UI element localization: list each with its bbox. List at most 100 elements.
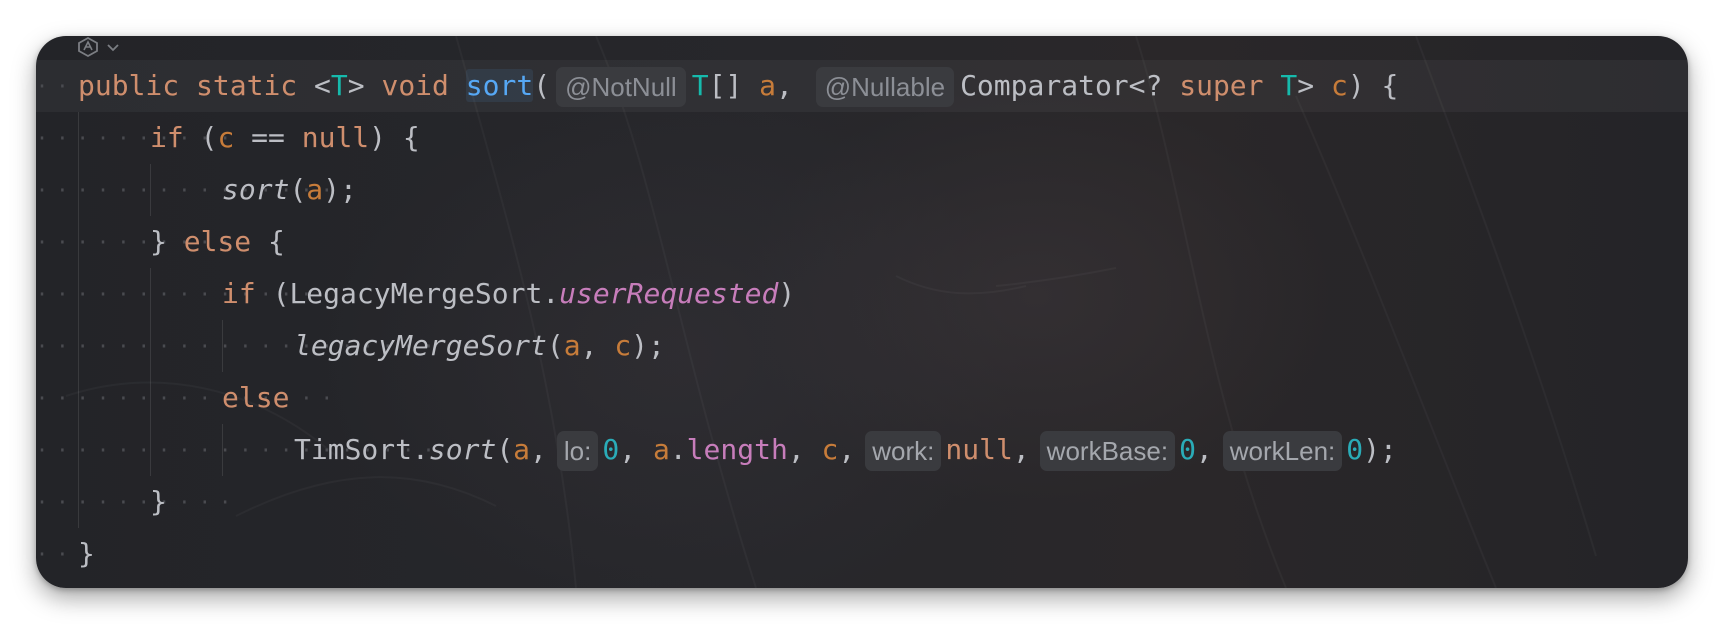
punctuation: . (669, 433, 687, 466)
whitespace-dots: ··············· (36, 386, 342, 410)
parameter: a (306, 173, 324, 206)
punctuation: ) { (369, 121, 420, 154)
punctuation: } (150, 485, 167, 518)
whitespace-dots: ·········· (36, 490, 240, 514)
punctuation: , (838, 433, 856, 466)
line-content: sort(a); (222, 164, 357, 216)
punctuation: ( (272, 277, 290, 310)
code-line-9[interactable]: ·········· } (36, 476, 1688, 528)
keyword: if (222, 277, 256, 310)
parameter: a (652, 433, 670, 466)
punctuation: ( (546, 329, 564, 362)
type-parameter: T (1280, 69, 1298, 102)
whitespace-dots: ·· (36, 542, 77, 566)
code-line-5[interactable]: ··············· if (LegacyMergeSort.user… (36, 268, 1688, 320)
annotation-hint[interactable]: @Nullable (815, 67, 955, 107)
code-line-6[interactable]: ······················ legacyMergeSort(a… (36, 320, 1688, 372)
whitespace-dots: ·· (36, 74, 77, 98)
code-area[interactable]: ·· public static <T> void sort(@NotNull T… (36, 60, 1688, 580)
punctuation: ); (631, 329, 665, 362)
punctuation: > (347, 69, 365, 102)
parameter-hint[interactable]: work: (865, 431, 942, 471)
chevron-down-icon[interactable] (106, 40, 120, 54)
line-content: TimSort.sort(a, lo: 0, a.length, c, work: nu… (294, 424, 1397, 476)
punctuation: , (580, 329, 598, 362)
number-literal: 0 (602, 433, 620, 466)
punctuation: > (1297, 69, 1315, 102)
punctuation: ( (289, 173, 307, 206)
punctuation: } (78, 537, 95, 570)
type-parameter: T (691, 69, 709, 102)
number-literal: 0 (1179, 433, 1196, 466)
method-call[interactable]: sort (222, 173, 289, 206)
punctuation: . (412, 433, 429, 466)
code-line-7[interactable]: ··············· else (36, 372, 1688, 424)
code-line-1[interactable]: ·· public static <T> void sort(@NotNull T… (36, 60, 1688, 112)
punctuation: ); (1363, 433, 1397, 466)
keyword: null (945, 433, 1013, 466)
code-line-10[interactable]: ·· } (36, 528, 1688, 580)
keyword: null (301, 121, 370, 154)
punctuation: , (787, 433, 805, 466)
class-name[interactable]: LegacyMergeSort (289, 277, 542, 310)
keyword: super (1179, 69, 1264, 102)
line-content: if (LegacyMergeSort.userRequested) (222, 268, 795, 320)
keyword: public (78, 69, 180, 102)
keyword: static (196, 69, 298, 102)
line-content: else (222, 372, 289, 424)
line-content: } else { (150, 216, 285, 268)
type-name: Comparator<? (960, 69, 1163, 102)
parameter: a (759, 69, 777, 102)
punctuation: ) (778, 277, 796, 310)
static-field[interactable]: userRequested (559, 277, 778, 310)
parameter: c (614, 329, 632, 362)
code-line-8[interactable]: ······················ TimSort.sort(a, lo… (36, 424, 1688, 476)
ai-assistant-icon[interactable] (76, 36, 100, 58)
punctuation: ( (496, 433, 514, 466)
punctuation: , (1012, 433, 1030, 466)
method-call[interactable]: sort (429, 433, 496, 466)
parameter: c (217, 121, 235, 154)
punctuation: } (150, 225, 167, 258)
number-literal: 0 (1346, 433, 1364, 466)
parameter: c (821, 433, 839, 466)
punctuation: , (619, 433, 637, 466)
type-parameter: T (330, 69, 348, 102)
parameter-hint[interactable]: workLen: (1222, 431, 1343, 471)
method-call[interactable]: legacyMergeSort (294, 329, 547, 362)
operator: == (251, 121, 285, 154)
code-line-3[interactable]: ··············· sort(a); (36, 164, 1688, 216)
punctuation: , (776, 69, 793, 102)
line-content: legacyMergeSort(a, c); (294, 320, 665, 372)
punctuation: , (530, 433, 547, 466)
keyword: else (222, 381, 290, 414)
line-content: if (c == null) { (150, 112, 420, 164)
method-name[interactable]: sort (465, 69, 534, 102)
code-line-4[interactable]: ·········· } else { (36, 216, 1688, 268)
punctuation: , (1195, 433, 1213, 466)
punctuation: [] (708, 69, 743, 102)
punctuation: . (542, 277, 560, 310)
punctuation: ( (200, 121, 218, 154)
punctuation: ( (533, 69, 551, 102)
code-editor-window: ·· public static <T> void sort(@NotNull T… (36, 36, 1688, 588)
punctuation: < (314, 69, 331, 102)
parameter: a (563, 329, 581, 362)
punctuation: { (268, 225, 285, 258)
punctuation: ) { (1347, 69, 1399, 102)
line-content: } (150, 476, 167, 528)
line-content: public static <T> void sort(@NotNull T[] … (78, 60, 1398, 112)
keyword: void (381, 69, 449, 102)
parameter-hint[interactable]: workBase: (1039, 431, 1176, 471)
editor-toolbar (76, 36, 120, 58)
annotation-hint[interactable]: @NotNull (556, 67, 686, 107)
parameter-hint[interactable]: lo: (556, 431, 599, 471)
field[interactable]: length (687, 433, 788, 466)
line-content: } (78, 528, 95, 580)
keyword: if (150, 121, 184, 154)
class-name[interactable]: TimSort (294, 433, 412, 466)
code-line-2[interactable]: ·········· if (c == null) { (36, 112, 1688, 164)
punctuation: ); (323, 173, 357, 206)
parameter: a (513, 433, 531, 466)
parameter: c (1330, 69, 1348, 102)
